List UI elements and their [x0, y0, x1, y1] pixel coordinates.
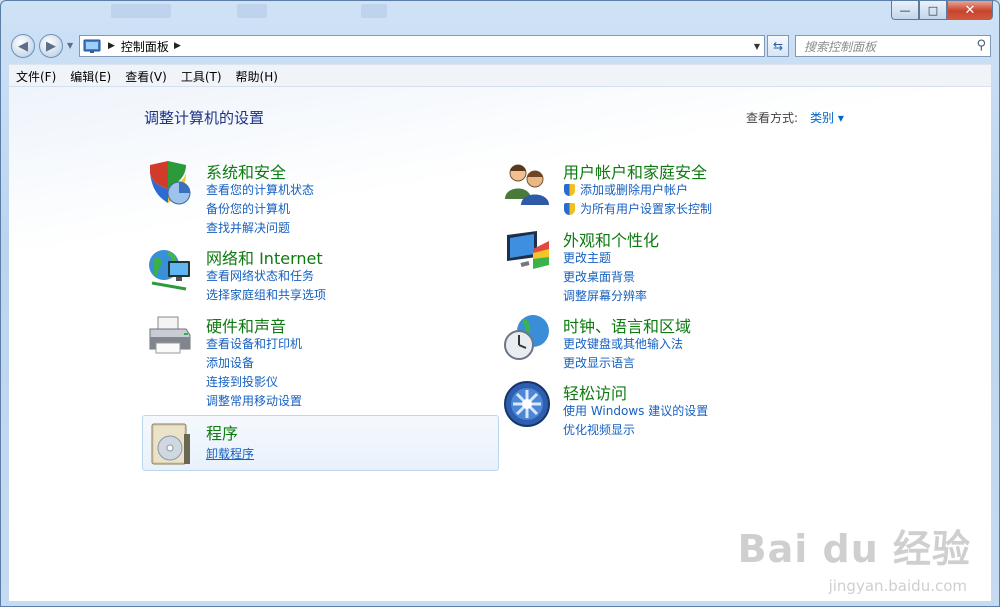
titlebar-ghost	[111, 4, 171, 18]
link-screen-resolution[interactable]: 调整屏幕分辨率	[563, 287, 647, 306]
address-bar[interactable]: ▶ 控制面板 ▶ ▼	[79, 35, 765, 57]
navigation-bar: ◀ ▶ ▼ ▶ 控制面板 ▶ ▼ ⇆ 搜索控制面板 ⚲	[1, 31, 999, 63]
forward-button[interactable]: ▶	[39, 34, 63, 58]
shield-icon[interactable]	[146, 159, 194, 207]
recent-pages-chevron-icon[interactable]: ▼	[67, 41, 73, 50]
category-title[interactable]: 外观和个性化	[563, 227, 659, 251]
ease-of-access-icon[interactable]	[503, 380, 551, 428]
page-title: 调整计算机的设置	[144, 109, 265, 127]
programs-icon[interactable]	[146, 420, 194, 468]
link-troubleshoot[interactable]: 查找并解决问题	[206, 219, 314, 238]
display-icon[interactable]	[503, 227, 551, 275]
watermark-logo: Bai du 经验	[737, 527, 971, 571]
view-by-dropdown[interactable]: 类别 ▾	[810, 109, 844, 126]
link-keyboard-input[interactable]: 更改键盘或其他输入法	[563, 335, 683, 354]
breadcrumb-separator-icon[interactable]: ▶	[174, 41, 181, 51]
address-dropdown-icon[interactable]: ▼	[754, 42, 760, 51]
category-programs: 程序 卸载程序	[146, 420, 446, 468]
search-placeholder: 搜索控制面板	[804, 39, 877, 54]
link-view-computer-status[interactable]: 查看您的计算机状态	[206, 181, 314, 200]
close-button[interactable]: ✕	[947, 1, 993, 20]
category-title[interactable]: 用户帐户和家庭安全	[563, 159, 707, 183]
link-connect-projector[interactable]: 连接到投影仪	[206, 373, 302, 392]
category-hardware-sound: 硬件和声音 查看设备和打印机 添加设备 连接到投影仪 调整常用移动设置	[146, 313, 446, 413]
view-by-label: 查看方式:	[746, 111, 799, 125]
category-ease-of-access: 轻松访问 使用 Windows 建议的设置 优化视频显示	[503, 380, 803, 440]
link-network-status[interactable]: 查看网络状态和任务	[206, 267, 326, 286]
category-title[interactable]: 程序	[206, 420, 238, 444]
link-change-theme[interactable]: 更改主题	[563, 249, 647, 268]
category-title[interactable]: 网络和 Internet	[206, 245, 323, 269]
back-button[interactable]: ◀	[11, 34, 35, 58]
content-pane: 调整计算机的设置 查看方式: 类别 ▾ 系统和安全 查看您的计算机状态 备份您的…	[9, 86, 991, 601]
menu-view[interactable]: 查看(V)	[125, 68, 167, 85]
titlebar-ghost	[361, 4, 387, 18]
menu-bar: 文件(F) 编辑(E) 查看(V) 工具(T) 帮助(H)	[9, 64, 991, 87]
control-panel-icon	[83, 39, 101, 53]
menu-tools[interactable]: 工具(T)	[181, 68, 222, 85]
printer-icon[interactable]	[146, 313, 194, 361]
breadcrumb-item[interactable]: 控制面板	[121, 38, 169, 55]
category-title[interactable]: 硬件和声音	[206, 313, 286, 337]
category-system-security: 系统和安全 查看您的计算机状态 备份您的计算机 查找并解决问题	[146, 159, 446, 239]
clock-globe-icon[interactable]	[503, 313, 551, 361]
category-clock-language-region: 时钟、语言和区域 更改键盘或其他输入法 更改显示语言	[503, 313, 803, 373]
category-appearance: 外观和个性化 更改主题 更改桌面背景 调整屏幕分辨率	[503, 227, 803, 303]
link-homegroup-sharing[interactable]: 选择家庭组和共享选项	[206, 286, 326, 305]
control-panel-window: — □ ✕ ◀ ▶ ▼ ▶ 控制面板 ▶ ▼ ⇆ 搜索控制面板 ⚲ 文件(F) …	[0, 0, 1000, 607]
menu-edit[interactable]: 编辑(E)	[70, 68, 111, 85]
network-icon[interactable]	[146, 245, 194, 293]
link-mobility-settings[interactable]: 调整常用移动设置	[206, 392, 302, 411]
search-icon[interactable]: ⚲	[976, 38, 986, 53]
refresh-icon: ⇆	[772, 39, 784, 53]
search-input[interactable]: 搜索控制面板 ⚲	[795, 35, 991, 57]
category-user-accounts: 用户帐户和家庭安全 添加或删除用户帐户 为所有用户设置家长控制	[503, 159, 803, 229]
forward-arrow-icon: ▶	[46, 38, 56, 54]
breadcrumb-separator-icon: ▶	[108, 41, 115, 51]
link-display-language[interactable]: 更改显示语言	[563, 354, 683, 373]
link-uninstall-program[interactable]: 卸载程序	[206, 445, 254, 464]
back-arrow-icon: ◀	[18, 38, 28, 54]
minimize-button[interactable]: —	[891, 1, 919, 20]
category-title[interactable]: 轻松访问	[563, 380, 627, 404]
titlebar-ghost	[237, 4, 267, 18]
link-recommended-settings[interactable]: 使用 Windows 建议的设置	[563, 402, 708, 421]
category-title[interactable]: 时钟、语言和区域	[563, 313, 691, 337]
category-title[interactable]: 系统和安全	[206, 159, 286, 183]
link-desktop-background[interactable]: 更改桌面背景	[563, 268, 647, 287]
link-backup-computer[interactable]: 备份您的计算机	[206, 200, 314, 219]
maximize-button[interactable]: □	[919, 1, 947, 20]
menu-help[interactable]: 帮助(H)	[236, 68, 278, 85]
link-add-remove-accounts[interactable]: 添加或删除用户帐户	[563, 181, 712, 200]
refresh-button[interactable]: ⇆	[767, 35, 789, 57]
menu-file[interactable]: 文件(F)	[16, 68, 56, 85]
link-parental-controls[interactable]: 为所有用户设置家长控制	[563, 200, 712, 219]
users-icon[interactable]	[503, 159, 551, 207]
link-devices-printers[interactable]: 查看设备和打印机	[206, 335, 302, 354]
caption-buttons: — □ ✕	[891, 1, 993, 20]
link-optimize-display[interactable]: 优化视频显示	[563, 421, 708, 440]
link-add-device[interactable]: 添加设备	[206, 354, 302, 373]
watermark-url: jingyan.baidu.com	[828, 577, 967, 595]
category-network: 网络和 Internet 查看网络状态和任务 选择家庭组和共享选项	[146, 245, 446, 305]
